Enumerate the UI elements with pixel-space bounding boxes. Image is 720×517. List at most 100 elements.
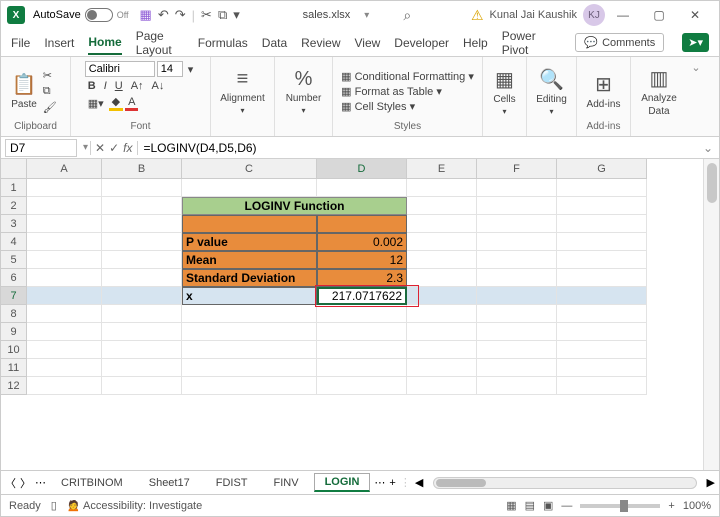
row-header-12[interactable]: 12	[1, 377, 27, 395]
col-header-A[interactable]: A	[27, 159, 102, 179]
sheet-nav-next-icon[interactable]: 〉	[20, 475, 31, 491]
decrease-font-icon[interactable]: A↓	[149, 80, 168, 92]
tab-insert[interactable]: Insert	[44, 32, 74, 54]
bold-button[interactable]: B	[85, 80, 99, 92]
zoom-out-button[interactable]: —	[561, 500, 572, 512]
minimize-button[interactable]: —	[605, 8, 641, 22]
copy-icon[interactable]: ⧉	[218, 7, 227, 23]
cell-D5[interactable]: 12	[317, 251, 407, 269]
row-header-1[interactable]: 1	[1, 179, 27, 197]
avatar[interactable]: KJ	[583, 4, 605, 26]
cells-button[interactable]: ▦Cells▾	[493, 67, 515, 116]
conditional-formatting-button[interactable]: ▦ Conditional Formatting ▾	[341, 70, 474, 83]
row-header-8[interactable]: 8	[1, 305, 27, 323]
format-painter-icon[interactable]: 🖌	[40, 101, 60, 114]
fill-color-button[interactable]: ◆	[109, 95, 123, 111]
addins-button[interactable]: ⊞Add-ins	[587, 72, 621, 110]
col-header-B[interactable]: B	[102, 159, 182, 179]
sheet-tab-sheet17[interactable]: Sheet17	[138, 474, 201, 492]
tab-home[interactable]: Home	[88, 31, 121, 55]
font-color-button[interactable]: A	[125, 96, 138, 111]
save-icon[interactable]: ▦	[140, 7, 152, 23]
italic-button[interactable]: I	[101, 80, 110, 92]
scroll-left-icon[interactable]: ◀	[415, 476, 423, 489]
border-button[interactable]: ▦▾	[85, 97, 107, 110]
font-name-input[interactable]	[85, 61, 155, 77]
font-size-input[interactable]	[157, 61, 183, 77]
view-page-break-icon[interactable]: ▣	[543, 499, 553, 512]
sheet-tab-fdist[interactable]: FDIST	[205, 474, 259, 492]
sheet-tab-critbinom[interactable]: CRITBINOM	[50, 474, 134, 492]
namebox-dropdown-icon[interactable]: ▾	[81, 142, 90, 153]
row-header-5[interactable]: 5	[1, 251, 27, 269]
macro-icon[interactable]: ▯	[51, 499, 57, 512]
undo-icon[interactable]: ↶	[158, 7, 169, 23]
sheet-nav-more-icon[interactable]: ⋯	[35, 476, 46, 489]
row-header-7[interactable]: 7	[1, 287, 27, 305]
tab-help[interactable]: Help	[463, 32, 488, 54]
cut-mini-icon[interactable]: ✂	[40, 69, 60, 82]
search-icon[interactable]: ⌕	[403, 7, 411, 24]
editing-button[interactable]: 🔍Editing▾	[536, 67, 567, 116]
row-header-6[interactable]: 6	[1, 269, 27, 287]
tab-developer[interactable]: Developer	[394, 32, 449, 54]
row-header-11[interactable]: 11	[1, 359, 27, 377]
view-page-layout-icon[interactable]: ▤	[525, 499, 535, 512]
user-name[interactable]: Kunal Jai Kaushik	[490, 9, 577, 21]
name-box[interactable]	[5, 139, 77, 157]
qat-dropdown-icon[interactable]: ▾	[233, 7, 240, 23]
row-header-3[interactable]: 3	[1, 215, 27, 233]
close-button[interactable]: ✕	[677, 8, 713, 22]
title-cell[interactable]: LOGINV Function	[182, 197, 407, 215]
select-all-corner[interactable]	[1, 159, 27, 179]
tab-formulas[interactable]: Formulas	[198, 32, 248, 54]
row-header-10[interactable]: 10	[1, 341, 27, 359]
cell-D6[interactable]: 2.3	[317, 269, 407, 287]
zoom-in-button[interactable]: +	[668, 500, 674, 512]
row-header-4[interactable]: 4	[1, 233, 27, 251]
col-header-G[interactable]: G	[557, 159, 647, 179]
underline-button[interactable]: U	[112, 80, 126, 92]
tab-review[interactable]: Review	[301, 32, 340, 54]
horizontal-scrollbar[interactable]	[433, 477, 696, 489]
tab-view[interactable]: View	[355, 32, 381, 54]
autosave-toggle[interactable]	[85, 8, 113, 22]
cut-icon[interactable]: ✂	[201, 7, 212, 23]
zoom-slider[interactable]	[580, 504, 660, 508]
file-name[interactable]: sales.xlsx	[303, 9, 351, 21]
number-button[interactable]: %Number▾	[286, 68, 322, 115]
enter-formula-icon[interactable]: ✓	[109, 141, 119, 155]
row-header-2[interactable]: 2	[1, 197, 27, 215]
formula-input[interactable]: =LOGINV(D4,D5,D6)	[138, 140, 697, 156]
cell-C7[interactable]: x	[182, 287, 317, 305]
increase-font-icon[interactable]: A↑	[128, 80, 147, 92]
tab-page-layout[interactable]: Page Layout	[136, 25, 184, 61]
comments-button[interactable]: 💬 Comments	[575, 33, 664, 52]
share-button[interactable]: ➤▾	[682, 33, 709, 52]
row-header-9[interactable]: 9	[1, 323, 27, 341]
cell-C4[interactable]: P value	[182, 233, 317, 251]
fx-icon[interactable]: fx	[123, 141, 132, 155]
cell-D7-selected[interactable]: 217.0717622	[317, 287, 407, 305]
maximize-button[interactable]: ▢	[641, 8, 677, 22]
format-as-table-button[interactable]: ▦ Format as Table ▾	[341, 85, 442, 98]
analyze-data-button[interactable]: ▥AnalyzeData	[641, 66, 677, 117]
vertical-scrollbar[interactable]	[703, 159, 719, 470]
new-sheet-button[interactable]: +	[389, 477, 395, 489]
sheet-tab-finv[interactable]: FINV	[263, 474, 310, 492]
scroll-right-icon[interactable]: ▶	[707, 476, 715, 489]
cell-styles-button[interactable]: ▦ Cell Styles ▾	[341, 100, 415, 113]
copy-mini-icon[interactable]: ⧉	[40, 85, 60, 98]
accessibility-status[interactable]: 🙍 Accessibility: Investigate	[67, 499, 202, 512]
spreadsheet-grid[interactable]: LOGINV Function P value0.002 Mean12 Stan…	[27, 179, 647, 470]
paste-button[interactable]: 📋 Paste	[11, 72, 37, 110]
expand-formula-icon[interactable]: ⌄	[697, 141, 719, 155]
cell-C6[interactable]: Standard Deviation	[182, 269, 317, 287]
tab-power-pivot[interactable]: Power Pivot	[502, 25, 548, 61]
tab-data[interactable]: Data	[262, 32, 287, 54]
alignment-button[interactable]: ≡Alignment▾	[220, 68, 264, 115]
cell-D4[interactable]: 0.002	[317, 233, 407, 251]
sheet-nav-prev-icon[interactable]: 〈	[5, 475, 16, 491]
sheet-tab-login[interactable]: LOGIN	[314, 473, 371, 492]
col-header-D[interactable]: D	[317, 159, 407, 179]
